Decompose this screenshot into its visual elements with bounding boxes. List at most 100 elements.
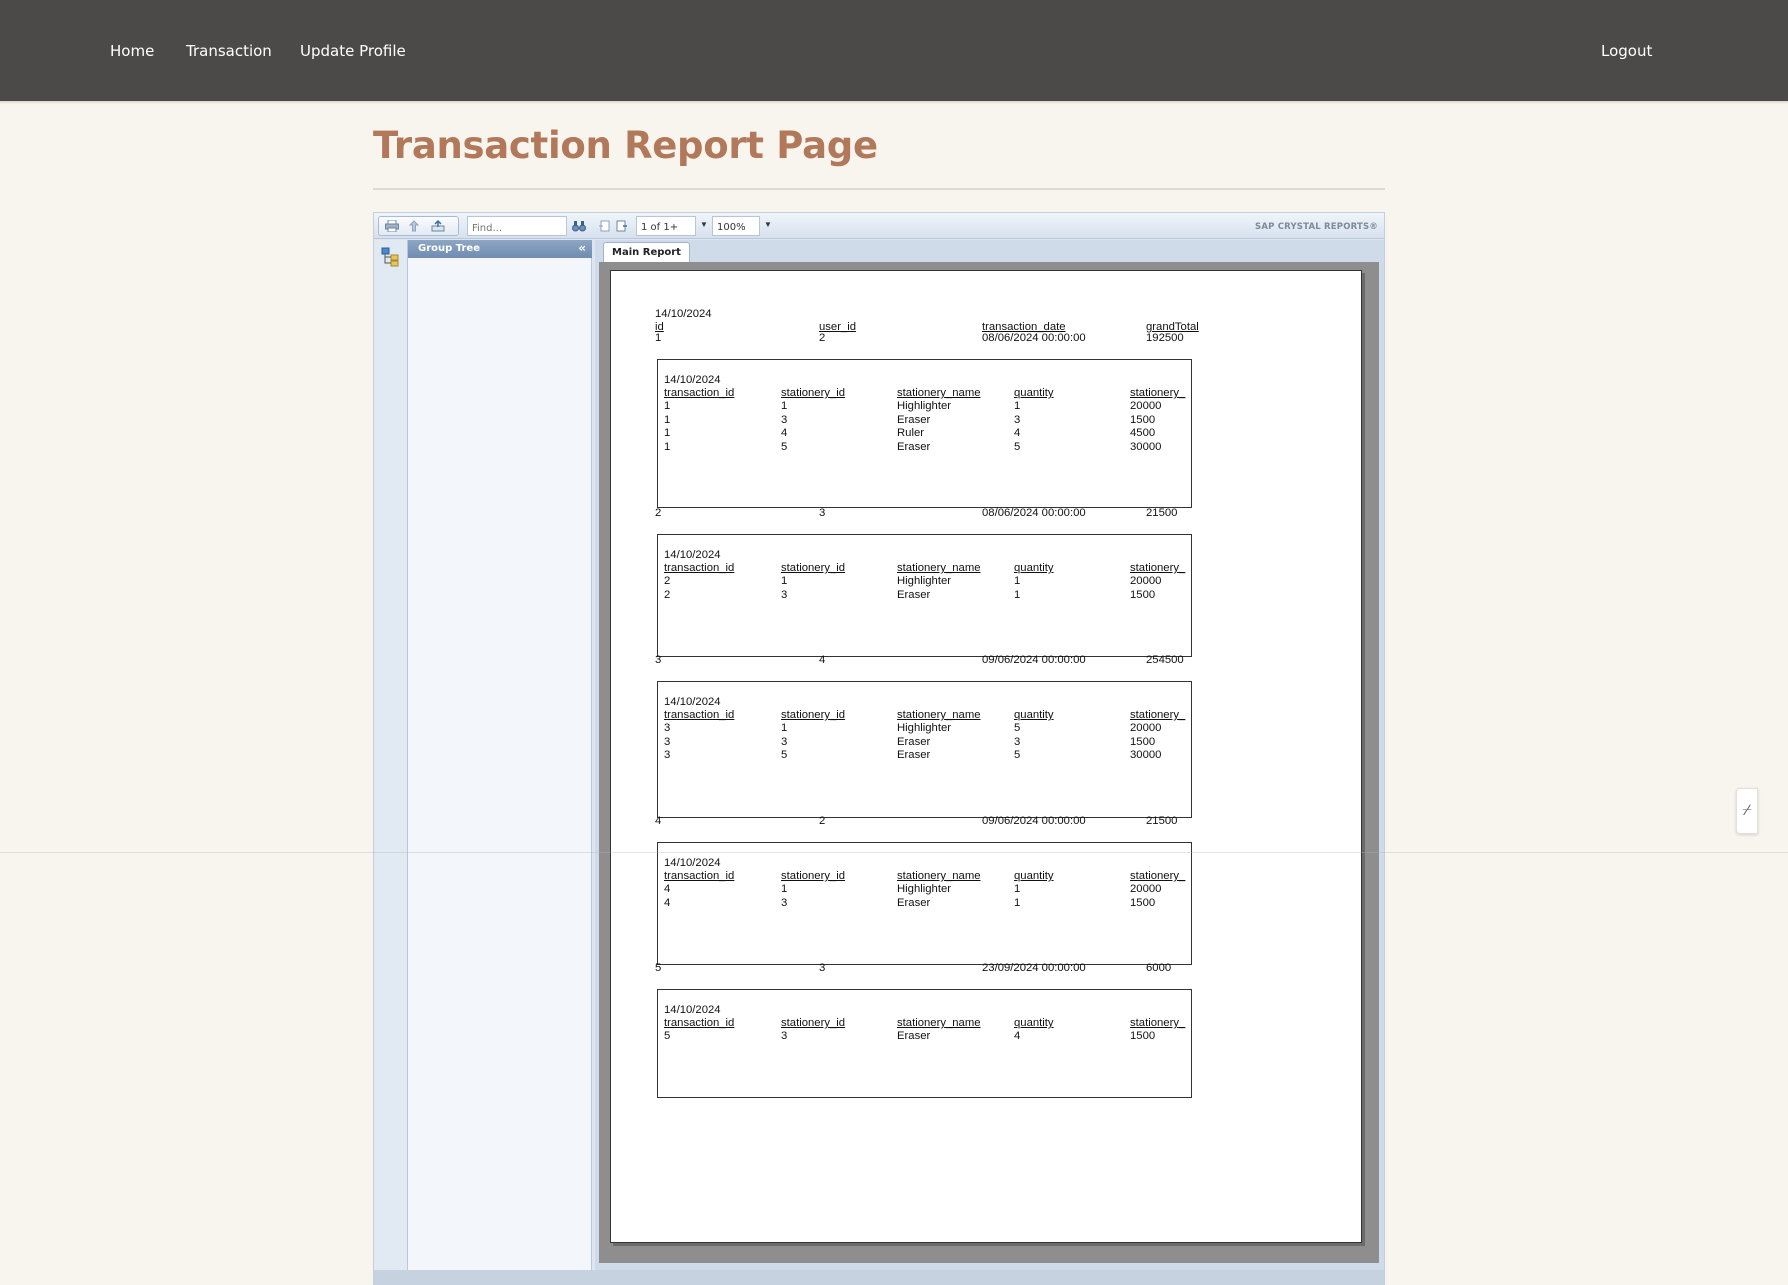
detail-cell-name: Highlighter [897, 575, 952, 587]
report-viewer: 1 of 1+ ▼ 100% ▼ SAP CRYSTAL REPORTS® Gr… [373, 212, 1385, 1285]
page-title: Transaction Report Page [373, 124, 878, 167]
detail-cell-name: Eraser [897, 735, 931, 748]
detail-cell-name: Ruler [897, 427, 924, 439]
row-transaction-date: 08/06/2024 00:00:00 [982, 332, 1086, 344]
navbar-shadow [0, 101, 1788, 104]
sub-report-date: 14/10/2024 [664, 696, 721, 708]
detail-cell-qty: 4 [1014, 1030, 1021, 1042]
sub-header-quantity: quantity [1014, 709, 1054, 721]
sub-report-date: 14/10/2024 [664, 549, 721, 561]
find-binoculars-icon[interactable] [569, 217, 589, 235]
detail-cell-qty: 3 [1014, 413, 1021, 426]
sub-header-transaction-id: transaction_id [664, 709, 735, 721]
group-tree-icon[interactable] [381, 247, 401, 267]
detail-cell-price: 1500 [1130, 1030, 1156, 1042]
detail-cell-price: 4500 [1130, 427, 1156, 439]
row-id: 5 [655, 962, 662, 974]
sub-report-box: 14/10/2024 transaction_id stationery_id sta… [657, 989, 1192, 1098]
prev-page-icon[interactable] [594, 217, 614, 235]
sub-header-stationery-id: stationery_id [781, 562, 846, 574]
detail-cell-tid: 2 [664, 575, 671, 587]
sub-header-stationery-name: stationery_name [897, 387, 981, 399]
zoom-dropdown-arrow-icon[interactable]: ▼ [764, 220, 772, 229]
row-transaction-date: 09/06/2024 00:00:00 [982, 815, 1086, 827]
detail-cell-price: 1500 [1130, 588, 1156, 601]
detail-cell-sid: 1 [781, 400, 788, 412]
next-page-icon[interactable] [612, 217, 632, 235]
sub-header-stationery-id: stationery_id [781, 1017, 846, 1029]
row-id: 3 [655, 654, 662, 666]
nav-logout[interactable]: Logout [1601, 42, 1652, 60]
detail-cell-qty: 1 [1014, 883, 1021, 895]
print-icon[interactable] [382, 217, 402, 235]
row-id: 4 [655, 815, 662, 827]
detail-cell-price: 20000 [1130, 883, 1162, 895]
row-transaction-date: 09/06/2024 00:00:00 [982, 654, 1086, 666]
detail-cell-sid: 3 [781, 413, 788, 426]
sub-header-price: stationery_ [1130, 709, 1186, 721]
detail-cell-tid: 1 [664, 427, 671, 439]
detail-cell-qty: 3 [1014, 735, 1021, 748]
refresh-icon[interactable] [428, 217, 448, 235]
row-grand-total: 21500 [1146, 507, 1178, 519]
viewer-status-bar [374, 1270, 1384, 1285]
collapse-handle-icon[interactable]: ⌿ [1736, 788, 1758, 834]
detail-cell-qty: 1 [1014, 400, 1021, 412]
sub-header-stationery-name: stationery_name [897, 562, 981, 574]
row-grand-total: 254500 [1146, 654, 1184, 666]
sub-header-stationery-id: stationery_id [781, 870, 846, 882]
report-date: 14/10/2024 [655, 308, 712, 320]
detail-cell-tid: 4 [664, 896, 671, 909]
sub-header-stationery-id: stationery_id [781, 387, 846, 399]
detail-cell-price: 20000 [1130, 575, 1162, 587]
detail-cell-price: 20000 [1130, 400, 1162, 412]
row-id: 2 [655, 507, 662, 519]
zoom-select[interactable]: 100% [712, 216, 760, 236]
sub-header-transaction-id: transaction_id [664, 562, 735, 574]
row-user-id: 3 [819, 962, 826, 974]
detail-cell-name: Eraser [897, 896, 931, 909]
detail-cell-price: 1500 [1130, 413, 1156, 426]
sub-header-price: stationery_ [1130, 870, 1186, 882]
sub-header-quantity: quantity [1014, 562, 1054, 574]
nav-transaction[interactable]: Transaction [186, 42, 272, 60]
detail-cell-price: 30000 [1130, 440, 1162, 453]
row-user-id: 3 [819, 507, 826, 519]
detail-cell-price: 1500 [1130, 735, 1156, 748]
row-user-id: 4 [819, 654, 826, 666]
title-divider [373, 188, 1385, 190]
sub-header-stationery-name: stationery_name [897, 1017, 981, 1029]
row-grand-total: 21500 [1146, 815, 1178, 827]
page-dropdown-arrow-icon[interactable]: ▼ [700, 220, 708, 229]
tab-main-report[interactable]: Main Report [603, 242, 690, 262]
export-icon[interactable] [404, 217, 424, 235]
detail-cell-name: Eraser [897, 1030, 931, 1042]
sub-header-stationery-name: stationery_name [897, 709, 981, 721]
detail-cell-qty: 1 [1014, 588, 1021, 601]
nav-update-profile[interactable]: Update Profile [300, 42, 406, 60]
sub-header-price: stationery_ [1130, 387, 1186, 399]
sub-report-box: 14/10/2024 transaction_id stationery_id sta… [657, 681, 1192, 818]
nav-home[interactable]: Home [110, 42, 154, 60]
detail-cell-qty: 5 [1014, 722, 1021, 734]
page-indicator[interactable]: 1 of 1+ [636, 216, 696, 236]
detail-cell-qty: 1 [1014, 575, 1021, 587]
sub-header-quantity: quantity [1014, 870, 1054, 882]
row-id: 1 [655, 332, 662, 344]
detail-cell-tid: 1 [664, 400, 671, 412]
sub-header-transaction-id: transaction_id [664, 1017, 735, 1029]
detail-cell-sid: 4 [781, 427, 788, 439]
detail-cell-sid: 1 [781, 883, 788, 895]
find-input[interactable] [467, 216, 567, 236]
detail-cell-tid: 3 [664, 749, 671, 761]
detail-cell-sid: 3 [781, 735, 788, 748]
collapse-panel-icon[interactable]: « [578, 241, 586, 255]
sub-report-box: 14/10/2024 transaction_id stationery_id sta… [657, 534, 1192, 657]
detail-cell-tid: 4 [664, 883, 671, 895]
detail-cell-tid: 1 [664, 440, 671, 453]
detail-cell-qty: 5 [1014, 440, 1021, 453]
detail-cell-sid: 3 [781, 1030, 788, 1042]
detail-cell-sid: 3 [781, 896, 788, 909]
sub-header-stationery-name: stationery_name [897, 870, 981, 882]
sub-report-date: 14/10/2024 [664, 857, 721, 869]
